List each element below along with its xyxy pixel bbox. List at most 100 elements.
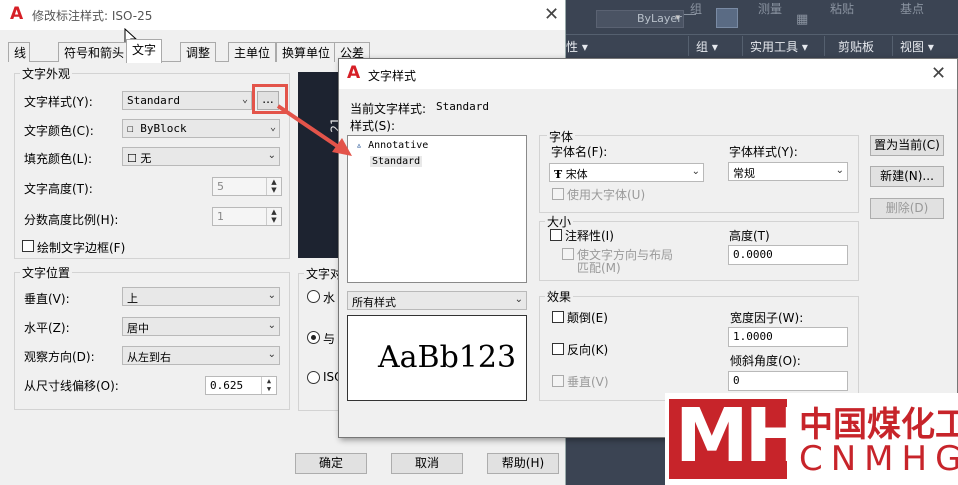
tab-fit[interactable]: 调整	[180, 42, 217, 62]
draw-frame-checkbox[interactable]	[22, 240, 34, 252]
vertical-value: 上	[127, 292, 138, 305]
calculator-icon[interactable]: ▦	[796, 12, 808, 27]
offset-value: 0.625	[210, 379, 244, 392]
close-icon[interactable]: ✕	[931, 63, 946, 84]
width-factor-value: 1.0000	[733, 330, 773, 343]
autocad-logo-icon: A	[347, 63, 361, 83]
view-direction-select[interactable]: 从左到右 ⌄	[122, 346, 280, 365]
align-with-line-label: 与	[323, 332, 336, 346]
ribbon-panel: ByLayer ▾ 组 测量 ▦ 粘贴 基点 性 ▾ 组 ▾ 实用工具 ▾ 剪贴…	[566, 0, 958, 58]
help-button[interactable]: 帮助(H)	[487, 453, 559, 474]
height-label: 高度(T)	[729, 229, 770, 243]
annotative-checkbox[interactable]	[550, 229, 562, 241]
panel-divider	[742, 36, 743, 56]
use-bigfont-checkbox[interactable]	[552, 188, 564, 200]
dialog-titlebar: A 修改标注样式: ISO-25 ✕	[0, 0, 565, 30]
text-placement-label: 文字位置	[20, 264, 73, 281]
align-horizontal-label: 水	[323, 291, 336, 305]
styles-list[interactable]: ▵ Annotative Standard	[347, 135, 527, 283]
horizontal-select[interactable]: 居中 ⌄	[122, 317, 280, 336]
group-label: 组	[690, 2, 703, 16]
fraction-scale-input[interactable]: 1 ▲ ▼	[212, 207, 282, 226]
view-panel-label[interactable]: 视图 ▾	[900, 38, 934, 55]
current-style-label: 当前文字样式:	[350, 102, 427, 116]
style-name: Annotative	[368, 140, 429, 151]
list-item[interactable]: ▵ Annotative	[356, 140, 428, 151]
offset-input[interactable]: 0.625 ▲ ▼	[205, 376, 277, 395]
watermark-en-text: CNMHG	[799, 439, 958, 479]
align-with-line-radio[interactable]	[307, 331, 320, 344]
text-style-select[interactable]: Standard ⌄	[122, 91, 252, 110]
list-item[interactable]: Standard	[370, 156, 423, 167]
group-panel-label[interactable]: 组 ▾	[696, 38, 718, 55]
ok-button[interactable]: 确定	[295, 453, 367, 474]
vertical-select[interactable]: 上 ⌄	[122, 287, 280, 306]
match-orientation-label-2: 匹配(M)	[577, 261, 621, 275]
match-orientation-checkbox[interactable]	[562, 248, 574, 260]
width-factor-input[interactable]: 1.0000	[728, 327, 848, 347]
offset-label: 从尺寸线偏移(O):	[24, 379, 119, 393]
fraction-scale-label: 分数高度比例(H):	[24, 213, 119, 227]
group-tool-icon[interactable]	[716, 8, 738, 28]
font-preview-box: AaBb123	[347, 315, 527, 401]
backwards-checkbox[interactable]	[552, 343, 564, 355]
height-input[interactable]: 0.0000	[728, 245, 848, 265]
font-name-value: 宋体	[565, 168, 588, 181]
watermark-logo-text: MH	[675, 393, 807, 479]
tab-primary-units[interactable]: 主单位	[228, 42, 277, 62]
delete-style-button[interactable]: 删除(D)	[870, 198, 944, 219]
text-appearance-label: 文字外观	[20, 65, 73, 82]
dialog-titlebar: A 文字样式 ✕	[339, 59, 957, 89]
utilities-panel-label[interactable]: 实用工具 ▾	[750, 38, 808, 55]
spinner-icon[interactable]: ▲ ▼	[266, 178, 281, 195]
backwards-label: 反向(K)	[567, 343, 609, 357]
chevron-down-icon: ▾	[675, 13, 680, 23]
view-direction-label: 观察方向(D):	[24, 350, 95, 364]
clipboard-panel-label[interactable]: 剪贴板	[838, 38, 874, 55]
dialog-title: 文字样式	[368, 69, 417, 83]
width-factor-label: 宽度因子(W):	[730, 311, 804, 325]
spinner-icon[interactable]: ▲ ▼	[261, 377, 276, 394]
chevron-down-icon: ⌄	[267, 290, 276, 301]
effects-group-label: 效果	[545, 288, 574, 305]
close-icon[interactable]: ✕	[544, 4, 559, 25]
panel-divider	[824, 36, 825, 56]
font-name-select[interactable]: Ŧ 宋体 ⌄	[549, 163, 704, 182]
chevron-down-icon: ⌄	[691, 166, 700, 177]
font-style-label: 字体样式(Y):	[729, 145, 798, 159]
font-style-select[interactable]: 常规 ⌄	[728, 162, 848, 181]
tab-text[interactable]: 文字	[126, 39, 163, 63]
upside-down-checkbox[interactable]	[552, 311, 564, 323]
vertical-checkbox[interactable]	[552, 375, 564, 387]
horizontal-label: 水平(Z):	[24, 321, 70, 335]
style-filter-value: 所有样式	[352, 296, 396, 309]
font-name-label: 字体名(F):	[551, 145, 608, 159]
text-height-input[interactable]: 5 ▲ ▼	[212, 177, 282, 196]
properties-panel-label[interactable]: 性 ▾	[566, 38, 588, 55]
oblique-angle-value: 0	[733, 374, 740, 387]
use-bigfont-label: 使用大字体(U)	[567, 188, 646, 202]
height-value: 0.0000	[733, 248, 773, 261]
tab-alternate-units[interactable]: 换算单位	[276, 42, 337, 62]
spinner-icon[interactable]: ▲ ▼	[266, 208, 281, 225]
chevron-down-icon: ⌄	[241, 94, 248, 105]
cancel-button[interactable]: 取消	[391, 453, 463, 474]
align-horizontal-radio[interactable]	[307, 290, 320, 303]
style-name: Standard	[372, 156, 421, 167]
text-color-select[interactable]: ☐ ByBlock ⌄	[122, 119, 280, 138]
tab-lines[interactable]: 线	[8, 42, 30, 62]
text-style-dialog: A 文字样式 ✕ 当前文字样式: Standard 样式(S): ▵ Annot…	[338, 58, 958, 438]
style-filter-select[interactable]: 所有样式 ⌄	[347, 291, 527, 310]
new-style-button[interactable]: 新建(N)...	[870, 166, 944, 187]
fill-color-value: ☐ 无	[127, 152, 152, 165]
annotative-label: 注释性(I)	[565, 229, 614, 243]
bylayer-combo[interactable]: ByLayer ▾	[596, 10, 684, 28]
truetype-icon: Ŧ	[554, 168, 563, 181]
set-current-button[interactable]: 置为当前(C)	[870, 135, 944, 156]
tab-symbols-arrows[interactable]: 符号和箭头	[58, 42, 131, 62]
oblique-angle-input[interactable]: 0	[728, 371, 848, 391]
text-color-value: ☐ ByBlock	[127, 122, 187, 135]
paste-label: 粘贴	[830, 2, 855, 16]
align-iso-radio[interactable]	[307, 371, 320, 384]
fill-color-select[interactable]: ☐ 无 ⌄	[122, 147, 280, 166]
